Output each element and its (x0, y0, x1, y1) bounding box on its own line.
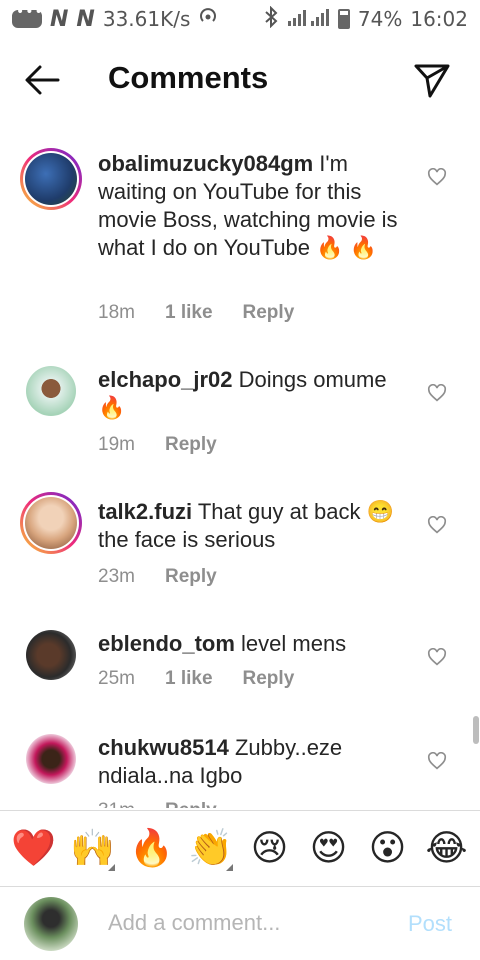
skin-tone-indicator (225, 863, 233, 871)
arrow-left-icon (25, 65, 60, 95)
avatar[interactable] (24, 897, 78, 951)
back-button[interactable] (22, 60, 62, 100)
post-button[interactable]: Post (408, 911, 452, 937)
avatar[interactable] (20, 624, 82, 686)
comment-meta: 18m 1 like Reply (98, 302, 294, 324)
comment-time: 31m (98, 800, 135, 808)
comment-username[interactable]: chukwu8514 (98, 735, 229, 760)
clock: 16:02 (410, 7, 468, 31)
heart-emoji-button[interactable]: ❤️ (8, 827, 60, 869)
paper-plane-icon (414, 64, 450, 98)
message-notification-icon (12, 4, 44, 28)
comment-text: obalimuzucky084gm I'm waiting on YouTube… (98, 150, 418, 262)
fire-emoji-button[interactable]: 🔥 (126, 827, 178, 869)
bluetooth-icon (264, 5, 278, 33)
scrollbar-thumb[interactable] (473, 716, 479, 744)
raised-hands-emoji-icon: 🙌 (70, 827, 115, 869)
reply-button[interactable]: Reply (165, 566, 217, 588)
avatar[interactable] (20, 728, 82, 790)
laughing-face-emoji-icon: 😂 (425, 827, 468, 869)
comment-likes[interactable]: 1 like (165, 668, 213, 690)
comment-input[interactable] (108, 903, 388, 943)
heart-icon[interactable] (427, 516, 447, 534)
avatar[interactable] (20, 360, 82, 422)
reply-button[interactable]: Reply (243, 302, 295, 324)
comment-username[interactable]: eblendo_tom (98, 631, 235, 656)
battery-level: 74% (357, 7, 403, 31)
heart-eyes-emoji-button[interactable]: 😍 (303, 827, 355, 869)
comment-time: 25m (98, 668, 135, 689)
avatar[interactable] (20, 148, 82, 210)
crying-emoji-button[interactable]: 😢 (244, 827, 296, 869)
page-title: Comments (108, 60, 269, 95)
laughing-emoji-button[interactable]: 😂 (421, 827, 473, 869)
clapping-emoji-button[interactable]: 👏 (185, 827, 237, 871)
comment-time: 18m (98, 302, 135, 323)
comment-meta: 19m Reply (98, 434, 217, 456)
comment-likes[interactable]: 1 like (165, 302, 213, 324)
skin-tone-indicator (107, 863, 115, 871)
header: Comments (0, 38, 480, 122)
surprised-emoji-button[interactable]: 😮 (362, 827, 414, 869)
comment-username[interactable]: obalimuzucky084gm (98, 151, 313, 176)
comment-text: chukwu8514 Zubby..eze ndiala..na Igbo (98, 734, 418, 790)
reply-button[interactable]: Reply (165, 434, 217, 456)
n-notification-icon: N (50, 6, 69, 32)
comment-body: level mens (234, 631, 347, 656)
raised-hands-emoji-button[interactable]: 🙌 (67, 827, 119, 871)
comment-text: talk2.fuzi That guy at back 😁 the face i… (98, 498, 418, 554)
signal-icon (286, 7, 330, 32)
hotspot-icon (198, 7, 218, 32)
heart-eyes-emoji-icon: 😍 (309, 827, 348, 869)
comment-meta: 25m 1 like Reply (98, 668, 294, 690)
n-notification-icon: N (76, 6, 95, 32)
heart-icon[interactable] (427, 384, 447, 402)
heart-icon[interactable] (427, 752, 447, 770)
comment-username[interactable]: talk2.fuzi (98, 499, 192, 524)
comment-text: elchapo_jr02 Doings omume 🔥 (98, 366, 418, 422)
comment-time: 19m (98, 434, 135, 455)
comment-text: eblendo_tom level mens (98, 630, 418, 658)
surprised-face-emoji-icon: 😮 (368, 827, 407, 869)
network-speed: 33.61K/s (102, 7, 191, 31)
crying-face-emoji-icon: 😢 (250, 827, 289, 869)
battery-icon (337, 9, 350, 29)
heart-emoji-icon: ❤️ (11, 827, 56, 869)
heart-icon[interactable] (427, 168, 447, 186)
reply-button[interactable]: Reply (165, 800, 217, 808)
status-bar: N N 33.61K/s 74% 16:02 (0, 0, 480, 38)
share-button[interactable] (412, 60, 452, 100)
comment-meta: 23m Reply (98, 566, 217, 588)
fire-emoji-icon: 🔥 (129, 827, 174, 869)
heart-icon[interactable] (427, 648, 447, 666)
clapping-hands-emoji-icon: 👏 (188, 827, 233, 869)
comment-list[interactable]: obalimuzucky084gm I'm waiting on YouTube… (0, 140, 480, 808)
comment-username[interactable]: elchapo_jr02 (98, 367, 233, 392)
comment-meta: 31m Reply (98, 800, 217, 808)
comment-composer: Post (0, 886, 480, 960)
avatar[interactable] (20, 492, 82, 554)
reply-button[interactable]: Reply (243, 668, 295, 690)
emoji-quick-bar: ❤️ 🙌 🔥 👏 😢 😍 😮 😂 (0, 810, 480, 886)
comment-time: 23m (98, 566, 135, 587)
